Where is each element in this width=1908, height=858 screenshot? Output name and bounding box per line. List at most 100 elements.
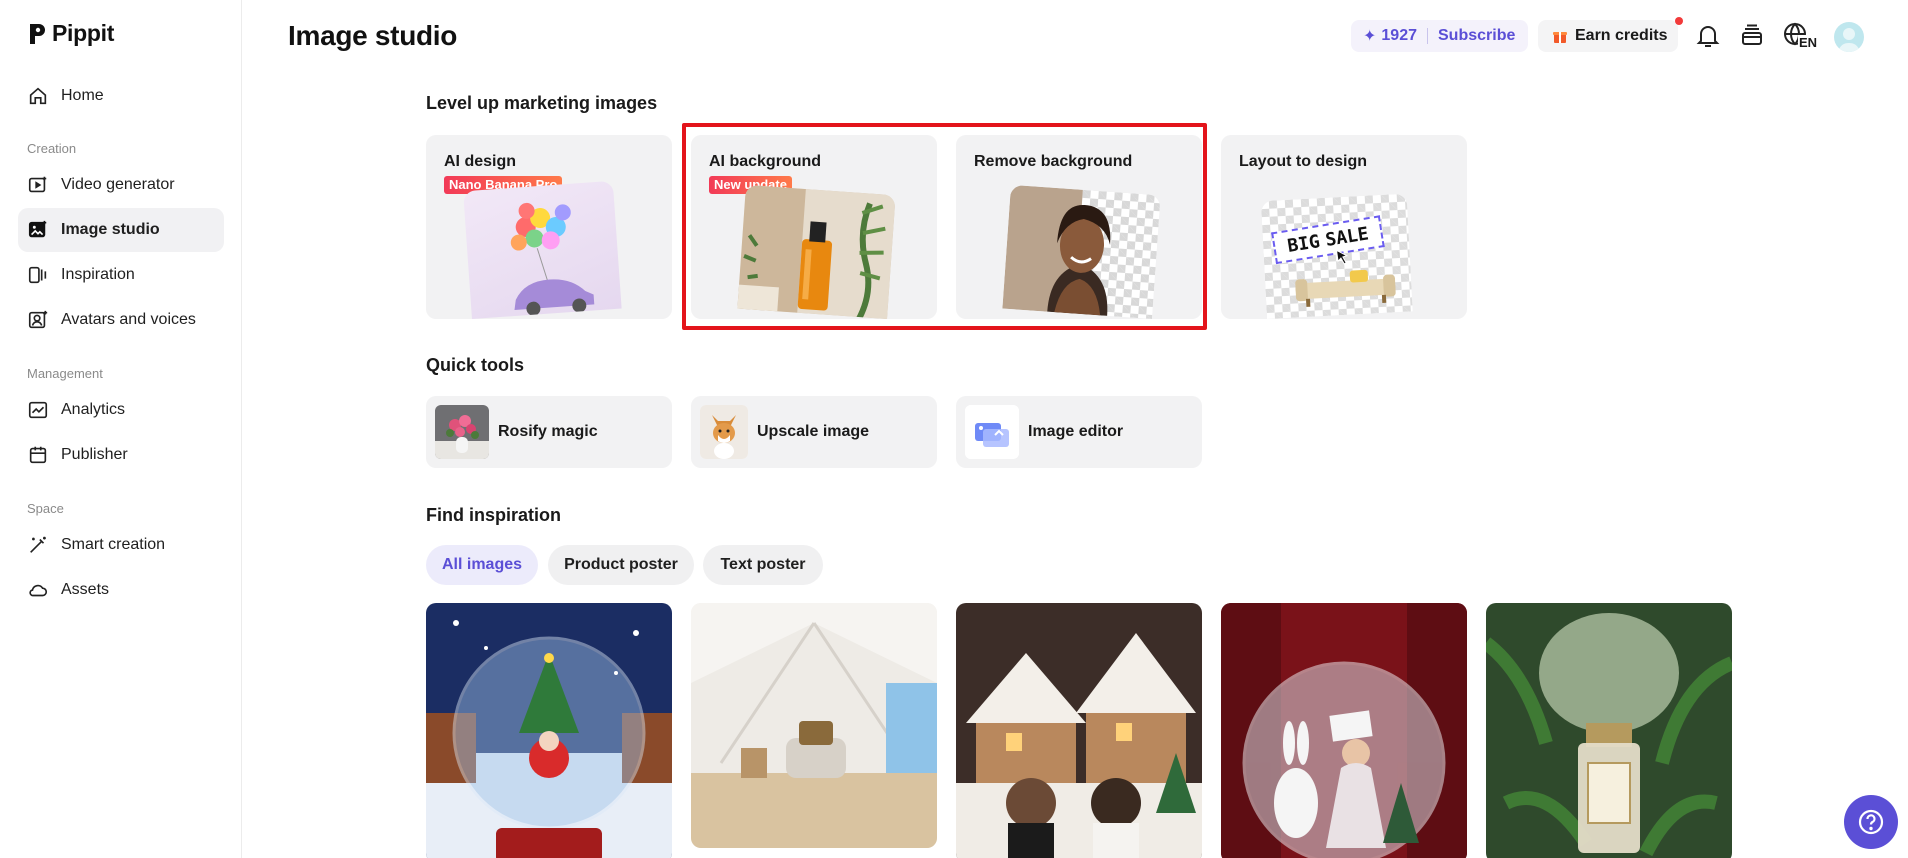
user-avatar[interactable] [1834,22,1864,52]
jungle-perfume-image [1486,603,1732,858]
divider [1427,28,1428,44]
sidebar-item-label: Avatars and voices [61,311,196,328]
notification-dot [1675,17,1683,25]
layout-thumbnail: BIG SALE [1260,193,1413,319]
analytics-icon [28,401,48,419]
sidebar-section-management: Management [27,366,103,381]
inspiration-card-snow-globe-bunny[interactable] [1221,603,1467,858]
upscale-thumbnail [700,405,748,459]
sidebar-item-inspiration[interactable]: Inspiration [18,253,224,297]
tool-image-editor[interactable]: Image editor [956,396,1202,468]
earn-credits-label: Earn credits [1575,27,1668,44]
roses-vase-image [435,405,489,459]
card-ai-design[interactable]: AI design Nano Banana Pro [426,135,672,319]
sidebar-item-assets[interactable]: Assets [18,568,224,612]
sale-text: SALE [1323,222,1371,251]
card-remove-background[interactable]: Remove background [956,135,1202,319]
tool-upscale-image[interactable]: Upscale image [691,396,937,468]
subscribe-button[interactable]: Subscribe [1438,27,1515,45]
tool-label: Rosify magic [498,423,598,440]
magic-wand-icon [30,536,46,553]
portrait-image [1002,184,1111,316]
app-name: Pippit [52,20,115,46]
sidebar-item-video-generator[interactable]: Video generator [18,163,224,207]
image-editor-icon [965,405,1019,459]
video-icon [28,176,47,193]
sidebar-item-home[interactable]: Home [18,74,224,118]
pippit-logo[interactable]: Pippit [28,20,114,47]
inspiration-title: Find inspiration [426,505,561,525]
quick-tools-title: Quick tools [426,355,525,375]
credits-count: 1927 [1381,27,1417,44]
big-sale-text-box: BIG SALE [1271,215,1385,265]
image-editor-thumbnail [965,405,1019,459]
perfume-bottle-image [737,184,896,319]
card-label: Layout to design [1239,153,1367,170]
language-selector[interactable]: EN [1782,21,1819,53]
sidebar-item-smart-creation[interactable]: Smart creation [18,523,224,567]
help-button[interactable] [1844,795,1898,849]
ai-design-thumbnail [463,180,622,319]
image-studio-icon [28,220,47,238]
filter-product-poster[interactable]: Product poster [548,545,694,585]
sidebar-item-label: Publisher [61,446,128,463]
sidebar: Pippit Home Creation Video generator Ima… [0,0,242,858]
card-label: AI design [444,153,517,170]
sidebar-section-space: Space [27,501,64,516]
tool-label: Image editor [1028,423,1124,440]
snow-globe-santa-image [426,603,672,858]
inspiration-card-snow-globe-santa[interactable] [426,603,672,858]
filter-text-poster[interactable]: Text poster [703,545,823,585]
avatar-icon [28,310,48,329]
sidebar-item-label: Image studio [61,221,160,238]
sidebar-item-image-studio[interactable]: Image studio [18,208,224,252]
sparkle-icon: ✦ [1363,28,1377,45]
earn-credits-button[interactable]: Earn credits [1538,20,1678,52]
layers-icon[interactable] [1738,22,1766,50]
sidebar-section-creation: Creation [27,141,77,156]
balloons-car-image [510,202,595,316]
cursor-icon [1335,249,1349,265]
sidebar-item-label: Assets [61,581,110,598]
avatar-icon [1838,28,1860,52]
big-text: BIG [1285,230,1322,257]
marketing-section-title: Level up marketing images [426,93,658,113]
page-title: Image studio [288,20,458,51]
inspiration-card-jungle-perfume[interactable] [1486,603,1732,858]
home-icon [29,87,47,105]
sidebar-item-label: Video generator [61,176,175,193]
gift-icon [1553,32,1567,43]
ai-background-thumbnail [737,184,896,319]
sidebar-item-publisher[interactable]: Publisher [18,433,224,477]
gingerbread-couple-image [956,603,1202,858]
card-ai-background[interactable]: AI background New update [691,135,937,319]
sidebar-item-label: Analytics [61,401,126,418]
remove-background-thumbnail [1002,184,1161,319]
question-icon [1858,809,1884,835]
cloud-icon [29,584,48,597]
sidebar-item-label: Home [61,87,104,104]
inspiration-card-tent-chair[interactable] [691,603,937,848]
snow-globe-bunny-image [1221,603,1467,858]
filter-all-images[interactable]: All images [426,545,538,585]
language-code: EN [1798,35,1819,50]
sidebar-item-analytics[interactable]: Analytics [18,388,224,432]
inspiration-icon [28,266,47,284]
sidebar-item-label: Inspiration [61,266,135,283]
tool-rosify-magic[interactable]: Rosify magic [426,396,672,468]
card-label: AI background [709,153,822,170]
calendar-icon [29,446,47,464]
sidebar-item-avatars-voices[interactable]: Avatars and voices [18,298,224,342]
sidebar-item-label: Smart creation [61,536,166,553]
tool-label: Upscale image [757,423,870,440]
card-layout-to-design[interactable]: Layout to design BIG SALE [1221,135,1467,319]
pippit-logo-icon [30,23,45,44]
corgi-image [700,405,748,459]
sofa-image [1295,269,1396,307]
rosify-thumbnail [435,405,489,459]
card-label: Remove background [974,153,1133,170]
credits-subscribe[interactable]: ✦ 1927 Subscribe [1351,20,1528,52]
bell-icon[interactable] [1694,22,1722,50]
tent-chair-image [691,603,937,848]
inspiration-card-gingerbread-couple[interactable] [956,603,1202,858]
